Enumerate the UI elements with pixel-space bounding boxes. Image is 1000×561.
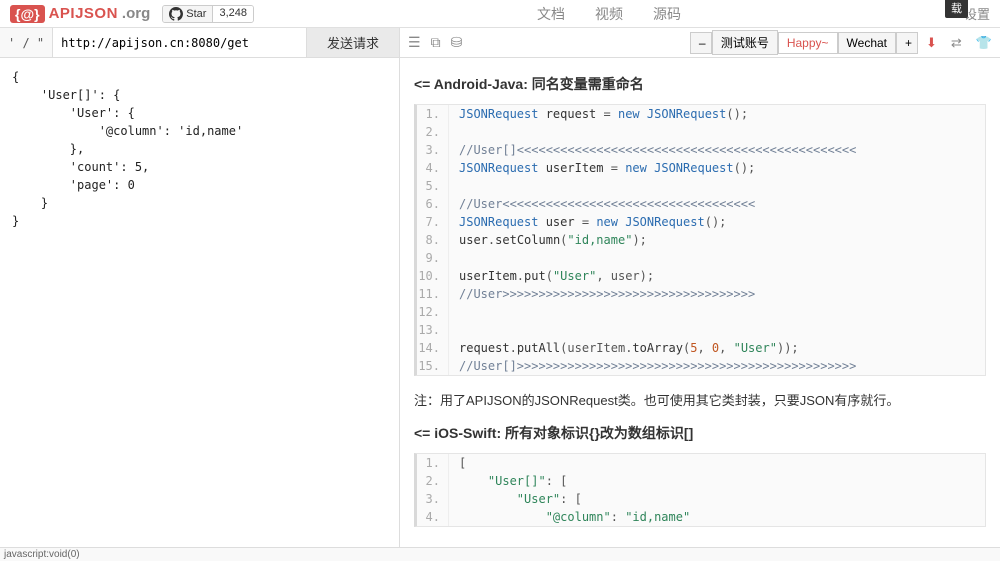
- code-line: 3.//User[]<<<<<<<<<<<<<<<<<<<<<<<<<<<<<<…: [417, 141, 985, 159]
- request-pane: ' / " 发送请求 { 'User[]': { 'User': { '@col…: [0, 28, 400, 547]
- code-line: 14.request.putAll(userItem.toArray(5, 0,…: [417, 339, 985, 357]
- github-icon: [169, 7, 183, 21]
- download-icon[interactable]: ⬇: [926, 35, 937, 51]
- nav-video[interactable]: 视频: [595, 4, 623, 24]
- section-android-title: <= Android-Java: 同名变量需重命名: [414, 74, 986, 94]
- code-content: <= Android-Java: 同名变量需重命名 1.JSONRequest …: [400, 58, 1000, 547]
- tab-happy[interactable]: Happy~: [778, 32, 838, 54]
- code-line: 1.JSONRequest request = new JSONRequest(…: [417, 105, 985, 123]
- tab-wechat[interactable]: Wechat: [838, 32, 896, 54]
- tab-test-account[interactable]: 测试账号: [712, 30, 778, 55]
- github-star-widget[interactable]: Star 3,248: [162, 5, 254, 23]
- code-line: 15.//User[]>>>>>>>>>>>>>>>>>>>>>>>>>>>>>…: [417, 357, 985, 375]
- request-body-editor[interactable]: { 'User[]': { 'User': { '@column': 'id,n…: [0, 58, 399, 547]
- logo-text: APIJSON: [49, 5, 118, 22]
- code-line: 10.userItem.put("User", user);: [417, 267, 985, 285]
- code-android: 1.JSONRequest request = new JSONRequest(…: [414, 104, 986, 376]
- code-line: 1.[: [417, 454, 985, 472]
- code-line: 11.//User>>>>>>>>>>>>>>>>>>>>>>>>>>>>>>>…: [417, 285, 985, 303]
- tab-minus[interactable]: –: [690, 32, 712, 54]
- code-line: 4.JSONRequest userItem = new JSONRequest…: [417, 159, 985, 177]
- url-quote-toggle[interactable]: ' / ": [0, 28, 53, 57]
- toolbar: ☰ ⧉ ⛁ – 测试账号 Happy~ Wechat + ⬇ ⇄ 👕: [400, 28, 1000, 58]
- code-line: 6.//User<<<<<<<<<<<<<<<<<<<<<<<<<<<<<<<<…: [417, 195, 985, 213]
- response-pane: ☰ ⧉ ⛁ – 测试账号 Happy~ Wechat + ⬇ ⇄ 👕 <= An…: [400, 28, 1000, 547]
- share-icon[interactable]: ⇄: [951, 35, 962, 51]
- code-line: 7.JSONRequest user = new JSONRequest();: [417, 213, 985, 231]
- top-nav: 文档 视频 源码: [254, 4, 964, 24]
- app-header: {@} APIJSON .org Star 3,248 文档 视频 源码 下载 …: [0, 0, 1000, 28]
- section-ios-title: <= iOS-Swift: 所有对象标识{}改为数组标识[]: [414, 423, 986, 443]
- code-line: 9.: [417, 249, 985, 267]
- code-line: 4. "@column": "id,name": [417, 508, 985, 526]
- code-line: 12.: [417, 303, 985, 321]
- github-star-label: Star: [186, 8, 206, 20]
- code-line: 13.: [417, 321, 985, 339]
- logo-suffix: .org: [122, 5, 150, 22]
- code-line: 8.user.setColumn("id,name");: [417, 231, 985, 249]
- url-row: ' / " 发送请求: [0, 28, 399, 58]
- github-star-count: 3,248: [212, 6, 253, 22]
- note-text: 注：用了APIJSON的JSONRequest类。也可使用其它类封装，只要JSO…: [414, 390, 986, 409]
- url-input[interactable]: [53, 28, 306, 57]
- db-icon[interactable]: ⛁: [451, 34, 463, 51]
- shirt-icon[interactable]: 👕: [976, 35, 992, 51]
- download-tooltip: 下载: [945, 0, 968, 18]
- list-icon[interactable]: ☰: [408, 34, 421, 51]
- code-line: 5.: [417, 177, 985, 195]
- code-line: 2.: [417, 123, 985, 141]
- send-button[interactable]: 发送请求: [306, 28, 399, 57]
- code-ios: 1.[2. "User[]": [3. "User": [4. "@column…: [414, 453, 986, 527]
- code-line: 2. "User[]": [: [417, 472, 985, 490]
- copy-icon[interactable]: ⧉: [431, 34, 441, 51]
- status-bar: javascript:void(0): [0, 547, 1000, 561]
- tab-plus[interactable]: +: [896, 32, 918, 54]
- account-tabs: – 测试账号 Happy~ Wechat +: [690, 30, 918, 55]
- logo[interactable]: {@} APIJSON .org: [10, 5, 150, 23]
- nav-right: 下载 设置: [964, 4, 990, 23]
- nav-docs[interactable]: 文档: [537, 4, 565, 24]
- nav-source[interactable]: 源码: [653, 4, 681, 24]
- code-line: 3. "User": [: [417, 490, 985, 508]
- logo-badge: {@}: [10, 5, 45, 23]
